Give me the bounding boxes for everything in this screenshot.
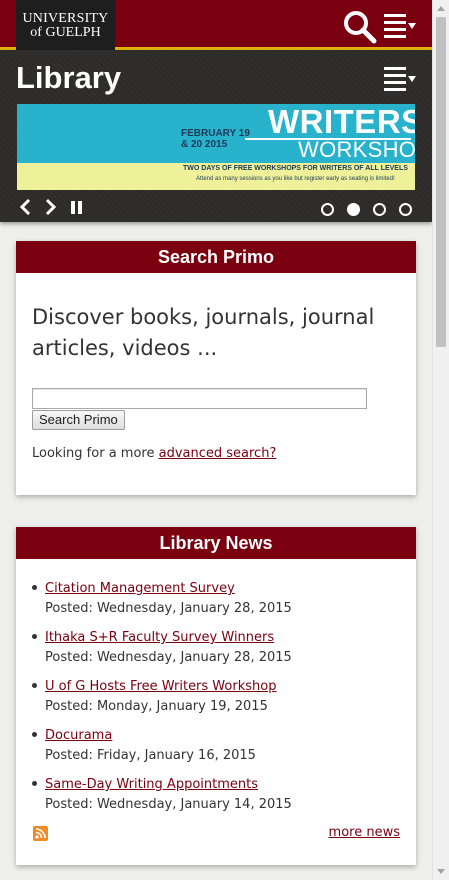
banner-title-workshop: WORKSHOP (298, 137, 415, 162)
banner-title-writers: WRITERS (268, 104, 415, 140)
slide-dot-4[interactable] (399, 203, 412, 216)
logo-line2: of GUELPH (30, 25, 101, 40)
library-menu-icon[interactable] (383, 65, 417, 93)
news-item: Same-Day Writing Appointments Posted: We… (32, 775, 405, 815)
more-news-link[interactable]: more news (329, 825, 400, 840)
news-date: Posted: Wednesday, January 14, 2015 (45, 797, 292, 812)
slide-dot-3[interactable] (373, 203, 386, 216)
news-link[interactable]: U of G Hosts Free Writers Workshop (45, 677, 405, 697)
news-item: Citation Management Survey Posted: Wedne… (32, 579, 405, 619)
pause-icon[interactable] (69, 198, 85, 216)
search-primo-heading: Search Primo (16, 241, 416, 273)
search-icon[interactable] (343, 10, 377, 44)
news-list: Citation Management Survey Posted: Wedne… (32, 579, 405, 824)
advanced-prefix: Looking for a more (32, 446, 155, 461)
banner-tagline: TWO DAYS OF FREE WORKSHOPS FOR WRITERS O… (183, 165, 408, 172)
scroll-up-icon[interactable] (437, 6, 445, 11)
library-header: Library FEBRUARY 19 & 20 2015 WRITERS WO… (0, 50, 432, 222)
writers-workshop-banner[interactable]: FEBRUARY 19 & 20 2015 WRITERS WORKSHOP T… (17, 104, 415, 190)
library-news-card: Library News Citation Management Survey … (16, 527, 416, 865)
prev-slide-icon[interactable] (18, 198, 34, 216)
page: UNIVERSITY of GUELPH Library FEBRUARY 19… (0, 0, 432, 865)
slide-dot-2[interactable] (347, 203, 360, 216)
menu-icon[interactable] (383, 12, 417, 40)
news-link[interactable]: Same-Day Writing Appointments (45, 775, 405, 795)
top-bar: UNIVERSITY of GUELPH (0, 0, 432, 50)
logo-line1: UNIVERSITY (22, 11, 109, 26)
slide-dot-1[interactable] (321, 203, 334, 216)
rss-icon[interactable] (33, 826, 48, 841)
scroll-thumb[interactable] (436, 17, 446, 347)
news-item: U of G Hosts Free Writers Workshop Poste… (32, 677, 405, 717)
banner-subtagline: Attend as many sessions as you like but … (196, 176, 395, 182)
university-logo[interactable]: UNIVERSITY of GUELPH (16, 0, 115, 50)
scrollbar[interactable] (432, 0, 449, 880)
advanced-search-text: Looking for a more advanced search? (32, 446, 276, 461)
scroll-down-icon[interactable] (437, 869, 445, 874)
search-primo-button[interactable]: Search Primo (32, 410, 125, 430)
news-date: Posted: Wednesday, January 28, 2015 (45, 601, 292, 616)
news-date: Posted: Friday, January 16, 2015 (45, 748, 256, 763)
banner-date: FEBRUARY 19 & 20 2015 (181, 128, 250, 150)
news-item: Docurama Posted: Friday, January 16, 201… (32, 726, 405, 766)
search-primo-card: Search Primo Discover books, journals, j… (16, 241, 416, 495)
advanced-search-link[interactable]: advanced search? (159, 446, 277, 461)
library-title[interactable]: Library (16, 60, 121, 96)
next-slide-icon[interactable] (43, 198, 59, 216)
news-link[interactable]: Citation Management Survey (45, 579, 405, 599)
search-input[interactable] (32, 388, 367, 409)
news-item: Ithaka S+R Faculty Survey Winners Posted… (32, 628, 405, 668)
search-intro: Discover books, journals, journal articl… (32, 305, 375, 360)
news-date: Posted: Monday, January 19, 2015 (45, 699, 268, 714)
library-news-heading: Library News (16, 527, 416, 559)
news-link[interactable]: Ithaka S+R Faculty Survey Winners (45, 628, 405, 648)
news-date: Posted: Wednesday, January 28, 2015 (45, 650, 292, 665)
news-link[interactable]: Docurama (45, 726, 405, 746)
